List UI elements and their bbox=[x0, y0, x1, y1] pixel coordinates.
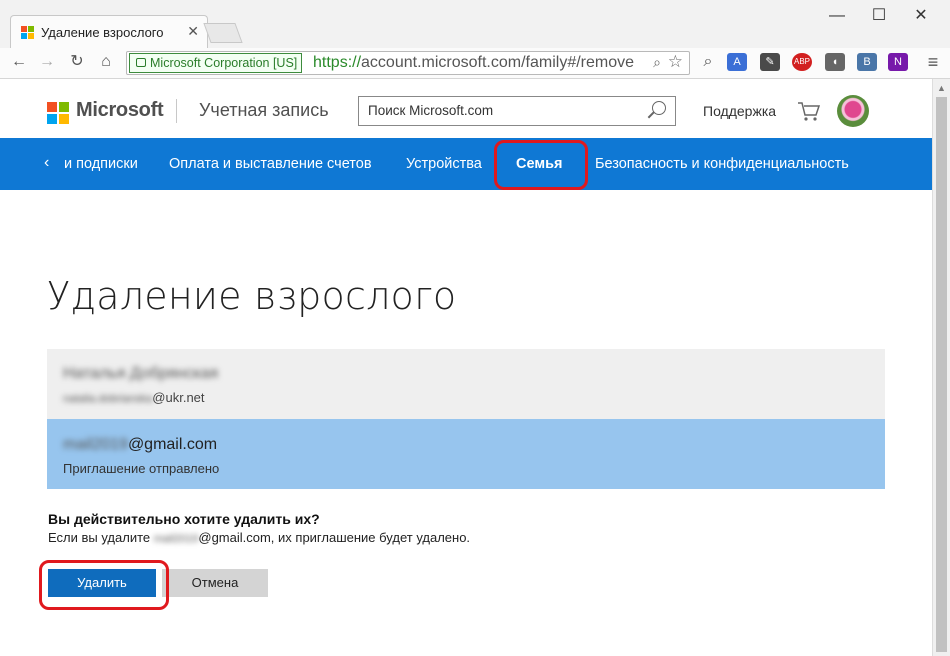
member-email-domain: @ukr.net bbox=[152, 390, 205, 405]
nav-item-subscriptions[interactable]: и подписки bbox=[64, 156, 138, 172]
page-title: Удаление взрослого bbox=[47, 274, 457, 318]
new-tab-button[interactable] bbox=[203, 23, 243, 43]
home-icon[interactable]: ⌂ bbox=[95, 51, 117, 73]
selected-member-row[interactable]: mail2019@gmail.com Приглашение отправлен… bbox=[47, 419, 885, 489]
audio-extension-icon[interactable]: ◖ bbox=[825, 53, 845, 71]
translate-extension-icon[interactable]: A bbox=[727, 53, 747, 71]
avatar[interactable] bbox=[837, 95, 869, 127]
delete-highlight-outline bbox=[39, 560, 169, 610]
member-email-blurred: natalia.dobrianska bbox=[63, 393, 153, 405]
web-page: Microsoft Учетная запись Поиск Microsoft… bbox=[0, 79, 932, 656]
selected-email-domain: @gmail.com bbox=[127, 436, 218, 453]
forward-arrow-icon[interactable]: → bbox=[36, 51, 58, 73]
page-scrollbar[interactable]: ▲ bbox=[932, 79, 950, 656]
selected-member-email: mail2019@gmail.com bbox=[63, 436, 217, 454]
confirm-text: Если вы удалите mail2019@gmail.com, их п… bbox=[48, 530, 470, 545]
account-section-title[interactable]: Учетная запись bbox=[199, 100, 329, 121]
member-name-blurred: Наталья Добрянская bbox=[63, 365, 219, 382]
onenote-extension-icon[interactable]: N bbox=[888, 53, 908, 71]
cart-icon[interactable] bbox=[797, 100, 821, 122]
header-divider bbox=[176, 99, 177, 123]
family-highlight-outline bbox=[494, 140, 588, 190]
address-bar[interactable]: Microsoft Corporation [US] https://accou… bbox=[126, 51, 690, 75]
evernote-extension-icon[interactable]: ✎ bbox=[760, 53, 780, 71]
nav-item-devices[interactable]: Устройства bbox=[406, 156, 482, 172]
browser-titlebar: Удаление взрослого ✕ — ☐ ✕ bbox=[0, 0, 950, 49]
confirm-text-after: @gmail.com, их приглашение будет удалено… bbox=[198, 530, 471, 545]
close-window-icon[interactable]: ✕ bbox=[904, 4, 938, 28]
favicon-microsoft-icon bbox=[21, 26, 35, 40]
tab-title: Удаление взрослого bbox=[41, 25, 164, 40]
url-scheme: https:// bbox=[313, 54, 362, 71]
adblock-extension-icon[interactable]: ABP bbox=[792, 53, 812, 71]
ev-certificate-badge[interactable]: Microsoft Corporation [US] bbox=[129, 53, 303, 73]
confirm-question: Вы действительно хотите удалить их? bbox=[48, 511, 320, 527]
selected-email-blurred: mail2019 bbox=[63, 436, 128, 453]
vk-extension-icon[interactable]: В bbox=[857, 53, 877, 71]
reload-icon[interactable]: ↻ bbox=[66, 51, 88, 73]
browser-tab[interactable]: Удаление взрослого ✕ bbox=[10, 15, 208, 49]
family-member-row[interactable]: Наталья Добрянская natalia.dobrianska@uk… bbox=[47, 349, 885, 419]
nav-scroll-left-icon[interactable]: ‹ bbox=[44, 154, 49, 172]
cancel-button[interactable]: Отмена bbox=[162, 569, 268, 597]
account-nav: ‹ и подписки Оплата и выставление счетов… bbox=[0, 138, 932, 190]
ev-company-label: Microsoft Corporation [US] bbox=[150, 56, 298, 70]
invitation-status: Приглашение отправлено bbox=[63, 461, 220, 476]
microsoft-logo-icon[interactable] bbox=[47, 102, 69, 124]
brand-name[interactable]: Microsoft bbox=[76, 99, 164, 122]
nav-item-security[interactable]: Безопасность и конфиденциальность bbox=[595, 156, 849, 172]
confirm-email-blurred: mail2019 bbox=[153, 533, 199, 545]
search-extension-icon[interactable]: ⌕ bbox=[697, 51, 719, 73]
member-email: natalia.dobrianska@ukr.net bbox=[63, 390, 205, 405]
minimize-icon[interactable]: — bbox=[820, 4, 854, 28]
menu-icon[interactable]: ≡ bbox=[922, 51, 944, 73]
zoom-search-icon[interactable]: ⌕ bbox=[653, 54, 661, 71]
confirm-text-before: Если вы удалите bbox=[48, 530, 154, 545]
support-link[interactable]: Поддержка bbox=[703, 103, 776, 119]
search-icon[interactable] bbox=[652, 101, 666, 115]
scroll-up-icon[interactable]: ▲ bbox=[937, 83, 946, 93]
back-arrow-icon[interactable]: ← bbox=[8, 51, 30, 73]
search-input[interactable]: Поиск Microsoft.com bbox=[358, 96, 676, 126]
nav-item-billing[interactable]: Оплата и выставление счетов bbox=[169, 156, 372, 172]
url-text[interactable]: https://account.microsoft.com/family#/re… bbox=[313, 53, 634, 73]
tab-close-icon[interactable]: ✕ bbox=[187, 23, 199, 40]
url-path: account.microsoft.com/family#/remove bbox=[361, 54, 635, 71]
scrollbar-thumb[interactable] bbox=[936, 97, 947, 652]
maximize-icon[interactable]: ☐ bbox=[862, 4, 896, 28]
lock-icon bbox=[136, 58, 146, 67]
search-placeholder: Поиск Microsoft.com bbox=[368, 103, 494, 118]
bookmark-star-icon[interactable]: ☆ bbox=[668, 52, 683, 72]
member-name: Наталья Добрянская bbox=[63, 365, 218, 383]
browser-toolbar: ← → ↻ ⌂ Microsoft Corporation [US] https… bbox=[0, 48, 950, 79]
